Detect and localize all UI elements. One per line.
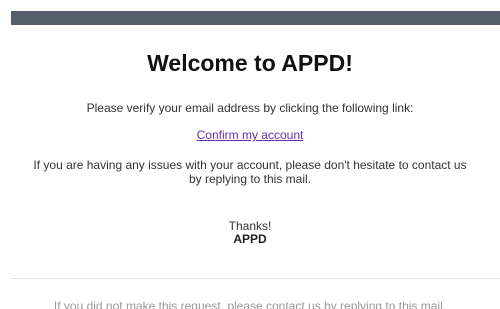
issues-line-1: If you are having any issues with your a… bbox=[33, 158, 467, 172]
thanks-text: Thanks! bbox=[228, 219, 272, 233]
confirm-account-link[interactable]: Confirm my account bbox=[197, 128, 304, 142]
footer-divider bbox=[11, 278, 500, 279]
footer-text: If you did not make this request, please… bbox=[53, 299, 447, 309]
issues-text: If you are having any issues with your a… bbox=[0, 158, 500, 186]
signature: APPD bbox=[233, 232, 267, 246]
confirm-link-container: Confirm my account bbox=[0, 128, 500, 142]
email-page: Welcome to APPD! Please verify your emai… bbox=[0, 0, 500, 309]
issues-line-2: by replying to this mail. bbox=[188, 172, 312, 186]
header-bar bbox=[11, 11, 500, 25]
email-title: Welcome to APPD! bbox=[147, 50, 353, 76]
verify-text: Please verify your email address by clic… bbox=[86, 101, 414, 115]
